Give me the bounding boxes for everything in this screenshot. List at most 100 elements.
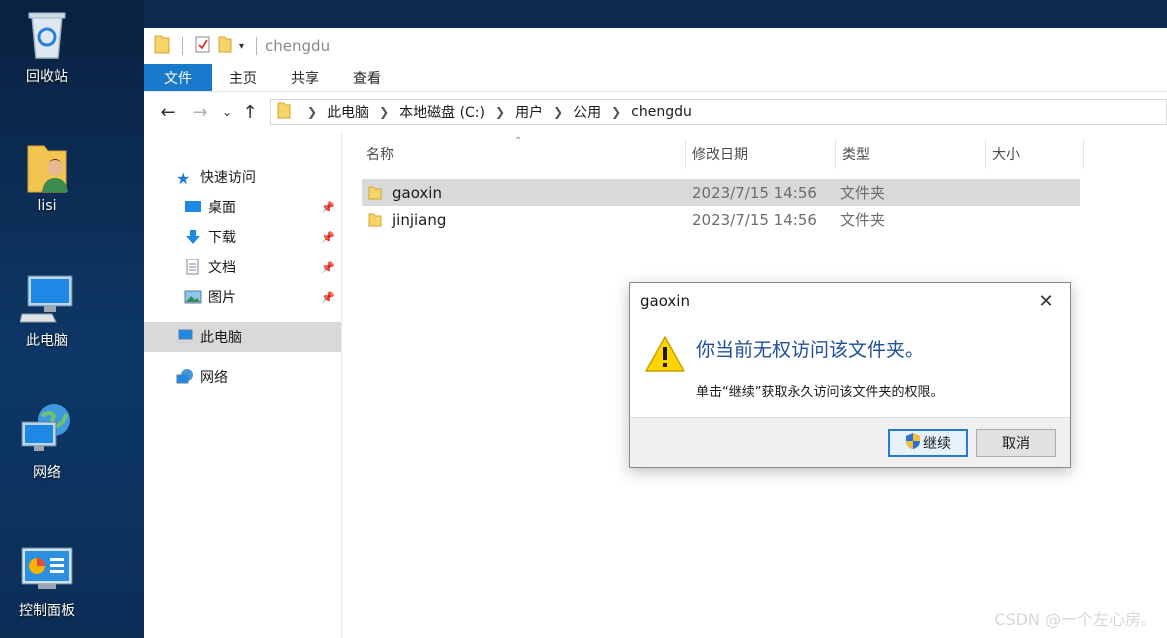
desktop-icon-control-panel[interactable]: 控制面板: [0, 542, 94, 620]
chevron-right-icon[interactable]: ❯: [379, 105, 389, 119]
dialog-title: gaoxin: [640, 292, 690, 310]
folder-icon: [154, 34, 170, 58]
desktop-icon-this-pc[interactable]: 此电脑: [0, 272, 94, 350]
document-icon: [184, 258, 202, 275]
cancel-button[interactable]: 取消: [976, 429, 1056, 457]
nav-label: 文档: [208, 260, 236, 276]
column-size[interactable]: 大小: [986, 139, 1084, 169]
sort-ascending-icon: ⌃: [514, 136, 523, 147]
star-icon: ★: [176, 169, 191, 188]
properties-icon[interactable]: [195, 35, 211, 57]
dialog-title-bar: gaoxin ✕: [630, 283, 1070, 319]
window-title: chengdu: [265, 37, 331, 55]
file-date: 2023/7/15 14:56: [692, 210, 817, 229]
forward-arrow-icon[interactable]: →: [188, 100, 212, 124]
desktop-icon-label: 网络: [33, 465, 61, 481]
tab-share[interactable]: 共享: [274, 64, 336, 91]
nav-quick-access[interactable]: ★ 快速访问: [144, 162, 341, 192]
column-date-modified[interactable]: 修改日期: [686, 139, 836, 169]
permission-dialog: gaoxin ✕ 你当前无权访问该文件夹。 单击“继续”获取永久访问该文件夹的权…: [629, 282, 1071, 468]
desktop-icon-recycle-bin[interactable]: 回收站: [0, 8, 94, 86]
file-name: gaoxin: [392, 183, 442, 202]
pin-icon[interactable]: 📌: [321, 291, 335, 304]
nav-label: 网络: [200, 370, 228, 386]
pin-icon[interactable]: 📌: [321, 231, 335, 244]
desktop-icon-label: lisi: [37, 198, 57, 214]
customize-toolbar-dropdown-icon[interactable]: ▾: [239, 41, 244, 52]
continue-label: 继续: [923, 436, 951, 452]
desktop-icon-network[interactable]: 网络: [0, 404, 94, 482]
breadcrumb[interactable]: ❯ 此电脑 ❯ 本地磁盘 (C:) ❯ 用户 ❯ 公用 ❯ chengdu: [270, 99, 1167, 125]
ribbon-tabs: 文件 主页 共享 查看: [144, 64, 1167, 92]
folder-icon: [368, 213, 382, 227]
network-icon: [20, 404, 74, 458]
new-folder-icon[interactable]: [217, 35, 233, 57]
desktop-icon-label: 控制面板: [19, 603, 75, 619]
control-panel-icon: [20, 542, 74, 596]
tab-home[interactable]: 主页: [212, 64, 274, 91]
chevron-right-icon[interactable]: ❯: [495, 105, 505, 119]
chevron-right-icon[interactable]: ❯: [307, 105, 317, 119]
dialog-message: 你当前无权访问该文件夹。: [696, 339, 925, 361]
file-date: 2023/7/15 14:56: [692, 183, 817, 202]
dialog-body: 你当前无权访问该文件夹。 单击“继续”获取永久访问该文件夹的权限。: [630, 319, 1070, 417]
file-row[interactable]: gaoxin 2023/7/15 14:56 文件夹: [362, 179, 1080, 206]
breadcrumb-item[interactable]: 本地磁盘 (C:): [399, 102, 485, 122]
column-headers: ⌃ 名称 修改日期 类型 大小: [360, 132, 1167, 176]
address-bar-row: ← → ⌄ ↑ ❯ 此电脑 ❯ 本地磁盘 (C:) ❯ 用户 ❯ 公用 ❯ ch…: [144, 92, 1167, 132]
chevron-right-icon[interactable]: ❯: [611, 105, 621, 119]
nav-item-documents[interactable]: 文档 📌: [144, 252, 341, 282]
file-type: 文件夹: [840, 211, 886, 229]
breadcrumb-item[interactable]: chengdu: [631, 104, 692, 120]
tab-file[interactable]: 文件: [144, 64, 212, 91]
quick-access-toolbar: ▾: [154, 34, 263, 58]
uac-shield-icon: [905, 432, 921, 454]
file-row[interactable]: jinjiang 2023/7/15 14:56 文件夹: [362, 206, 1080, 233]
dialog-footer: 继续 取消: [630, 417, 1070, 467]
nav-label: 桌面: [208, 200, 236, 216]
breadcrumb-item[interactable]: 公用: [573, 102, 601, 122]
warning-icon: [644, 335, 686, 377]
breadcrumb-item[interactable]: 用户: [515, 102, 543, 122]
nav-item-downloads[interactable]: 下载 📌: [144, 222, 341, 252]
file-name: jinjiang: [392, 210, 447, 229]
download-icon: [184, 229, 202, 245]
chevron-right-icon[interactable]: ❯: [553, 105, 563, 119]
recycle-bin-icon: [20, 8, 74, 62]
up-arrow-icon[interactable]: ↑: [238, 100, 262, 124]
tab-view[interactable]: 查看: [336, 64, 398, 91]
column-type[interactable]: 类型: [836, 139, 986, 169]
recent-locations-chevron-icon[interactable]: ⌄: [220, 100, 234, 124]
watermark: CSDN @一个左心房。: [994, 610, 1157, 629]
network-icon: [176, 369, 194, 385]
dialog-detail: 单击“继续”获取永久访问该文件夹的权限。: [696, 385, 944, 400]
desktop-icon: [184, 199, 202, 215]
nav-label: 此电脑: [200, 330, 242, 346]
desktop-icon-label: 此电脑: [26, 333, 68, 349]
column-name[interactable]: 名称: [360, 139, 686, 169]
close-icon[interactable]: ✕: [1036, 291, 1056, 312]
pin-icon[interactable]: 📌: [321, 261, 335, 274]
back-arrow-icon[interactable]: ←: [156, 100, 180, 124]
nav-network[interactable]: 网络: [144, 362, 341, 392]
toolbar-separator: [256, 37, 258, 55]
user-folder-icon: [20, 140, 74, 194]
desktop-icon-label: 回收站: [26, 69, 68, 85]
breadcrumb-item[interactable]: 此电脑: [327, 102, 369, 122]
nav-label: 下载: [208, 230, 236, 246]
desktop-icon-user[interactable]: lisi: [0, 140, 94, 214]
desktop: 回收站 lisi 此电脑 网络 控制面板: [0, 0, 144, 638]
navigation-pane: ★ 快速访问 桌面 📌 下载 📌 文档 📌 图片 📌 此电脑 网络: [144, 132, 342, 638]
computer-icon: [176, 329, 194, 345]
pin-icon[interactable]: 📌: [321, 201, 335, 214]
nav-item-desktop[interactable]: 桌面 📌: [144, 192, 341, 222]
file-type: 文件夹: [840, 184, 886, 202]
nav-item-pictures[interactable]: 图片 📌: [144, 282, 341, 312]
pictures-icon: [184, 289, 202, 305]
title-bar: ▾ chengdu: [144, 28, 1167, 64]
nav-this-pc[interactable]: 此电脑: [144, 322, 341, 352]
continue-button[interactable]: 继续: [888, 429, 968, 457]
folder-icon: [277, 101, 291, 123]
folder-icon: [368, 186, 382, 200]
toolbar-separator: [182, 37, 183, 55]
